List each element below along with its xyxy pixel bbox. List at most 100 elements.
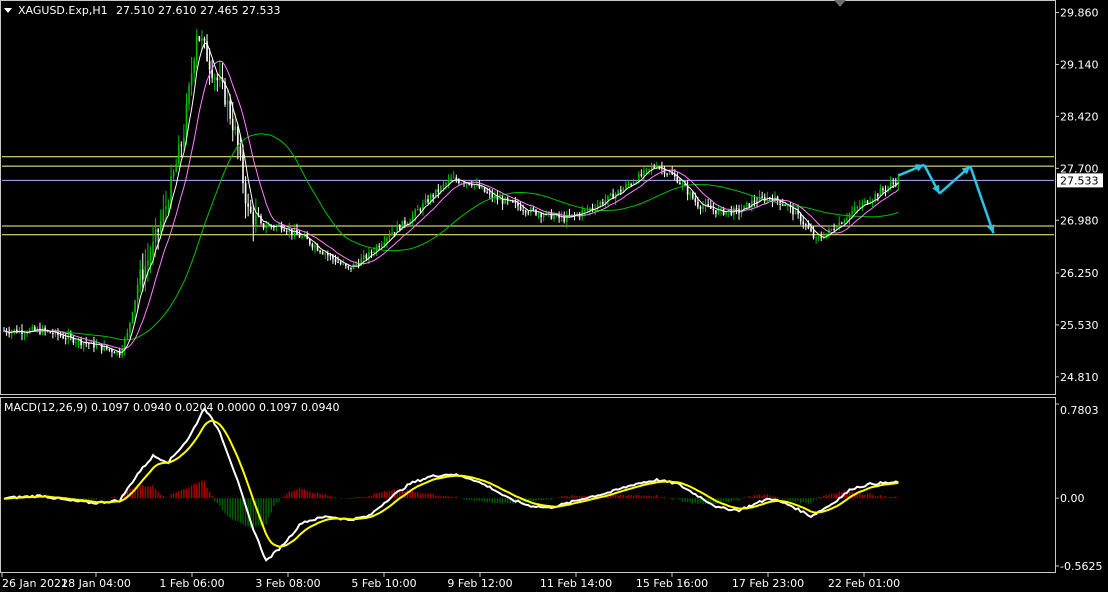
candle-body [717,209,720,214]
candle-body [159,221,162,233]
candle-body [748,203,751,208]
candle-body [62,336,64,339]
candle-body [864,200,866,203]
candle-body [352,264,355,270]
candle-body [139,269,142,285]
candle-body [339,262,342,264]
candle-body [447,179,450,184]
candle-body [226,100,229,105]
candle-body [532,207,535,210]
candle-body [129,322,131,333]
candle-body [859,206,861,208]
candle-body [607,195,609,201]
candle-body [388,235,391,238]
candle-body [347,265,350,268]
candle-body [627,184,630,186]
candle-body [229,100,231,119]
candle-body [694,198,697,202]
candle-body [697,201,699,208]
candle-body [666,173,668,175]
candle-body [877,194,879,197]
price-tick-label: 28.420 [1060,110,1099,123]
price-tick-label: 29.860 [1060,6,1099,19]
candle-body [537,213,540,215]
candle-body [147,260,149,266]
candle-body [535,209,537,215]
candle-body [404,220,406,225]
trading-chart[interactable]: 29.86029.14028.42027.70026.98026.25025.5… [0,0,1108,592]
candle-body [640,174,643,176]
candle-body [841,222,843,224]
candle-body [691,192,694,199]
candle-body [309,239,311,245]
candle-body [180,144,183,146]
candle-body [745,203,748,206]
price-tick-label: 26.980 [1060,214,1099,227]
candle-body [874,194,877,201]
candle-body [707,203,709,206]
macd-tick-label: -0.5625 [1060,560,1102,573]
price-tick-label: 25.530 [1060,319,1099,332]
candle-body [363,255,365,259]
candle-body [391,232,393,236]
candle-body [113,352,116,354]
candle-body [193,59,195,74]
candle-body [488,192,491,194]
candle-body [165,206,167,209]
time-tick-label: 11 Feb 14:00 [540,577,612,590]
candle-body [393,232,396,234]
candle-body [514,202,517,204]
candle-body [853,207,856,211]
candle-body [419,209,422,211]
time-tick-label: 22 Feb 01:00 [828,577,900,590]
candle-body [617,189,620,194]
candle-body [522,210,524,212]
candle-body [787,205,789,207]
candle-body [781,204,784,206]
candle-body [630,184,632,186]
candle-body [134,300,136,313]
macd-label: MACD(12,26,9) 0.1097 0.0940 0.0204 0.000… [4,401,339,414]
candle-body [262,223,265,228]
candle-body [108,348,111,350]
candle-body [882,188,884,191]
candle-body [350,267,352,270]
time-tick-label: 15 Feb 16:00 [636,577,708,590]
candle-body [810,228,812,232]
candle-body [380,244,383,248]
candle-body [846,218,848,221]
candle-body [681,183,684,185]
candle-body [450,177,452,180]
time-tick-label: 3 Feb 08:00 [255,577,320,590]
candle-body [378,246,381,248]
time-tick-label: 26 Jan 2021 [2,577,68,590]
candle-body [59,335,62,337]
ohlc-values: 27.510 27.610 27.465 27.533 [116,4,280,17]
candle-body [141,269,144,280]
candle-body [188,85,190,104]
candle-body [198,36,201,41]
candle-body [866,200,869,204]
candle-body [620,189,622,192]
candle-body [437,189,440,192]
candle-body [609,193,612,196]
candle-body [301,236,303,238]
candle-body [452,177,455,179]
candle-body [293,229,296,235]
candle-body [93,341,95,348]
candle-body [319,250,321,253]
candle-body [13,329,16,332]
candle-body [586,210,589,212]
candle-body [303,235,306,237]
candle-body [249,206,252,213]
candle-body [152,241,154,256]
candle-body [183,137,185,146]
chart-header[interactable]: XAGUSD.Exp,H1 27.510 27.610 27.465 27.53… [4,4,280,17]
candle-body [396,225,399,233]
candle-body [213,77,216,79]
candle-body [715,210,717,214]
chart-background [0,0,1108,592]
price-tick-label: 29.140 [1060,58,1099,71]
candle-body [442,184,445,187]
candle-body [889,182,892,187]
